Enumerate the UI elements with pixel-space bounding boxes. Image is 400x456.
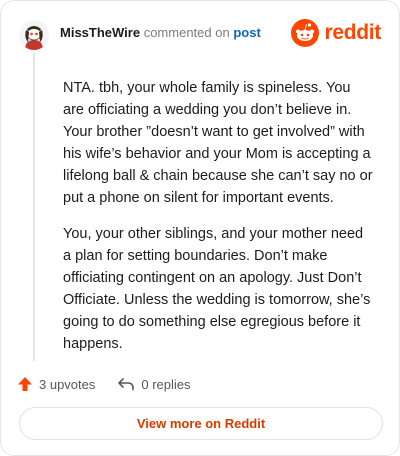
reddit-snoo-icon bbox=[291, 19, 320, 47]
upvote-arrow-icon bbox=[18, 377, 32, 391]
comment-paragraph: You, your other siblings, and your mothe… bbox=[63, 226, 371, 352]
comment-body: NTA. tbh, your whole family is spineless… bbox=[63, 77, 375, 369]
comment-meta: MissTheWire commented on post bbox=[60, 25, 261, 41]
upvote-count: 3 upvotes bbox=[39, 376, 96, 392]
upvote-button[interactable]: 3 upvotes bbox=[17, 376, 95, 392]
view-more-label: View more on Reddit bbox=[136, 416, 266, 431]
action-text: commented on bbox=[143, 25, 230, 40]
snoo-avatar-icon bbox=[19, 20, 49, 50]
comment-footer: 3 upvotes 0 replies bbox=[17, 373, 191, 395]
reply-count: 0 replies bbox=[141, 376, 191, 392]
comment-header: MissTheWire commented on post reddit bbox=[19, 19, 381, 51]
reddit-embed-card: MissTheWire commented on post reddit NTA… bbox=[0, 0, 400, 456]
replies-button[interactable]: 0 replies bbox=[117, 376, 191, 392]
author-name[interactable]: MissTheWire bbox=[60, 25, 140, 40]
user-avatar[interactable] bbox=[19, 20, 49, 50]
post-link[interactable]: post bbox=[233, 25, 260, 40]
comment-paragraph: NTA. tbh, your whole family is spineless… bbox=[63, 80, 373, 206]
reddit-wordmark: reddit bbox=[324, 21, 381, 44]
reddit-logo[interactable]: reddit bbox=[291, 19, 381, 47]
reply-arrow-icon bbox=[118, 378, 135, 391]
thread-line bbox=[33, 53, 35, 361]
view-more-button[interactable]: View more on Reddit bbox=[19, 407, 383, 440]
